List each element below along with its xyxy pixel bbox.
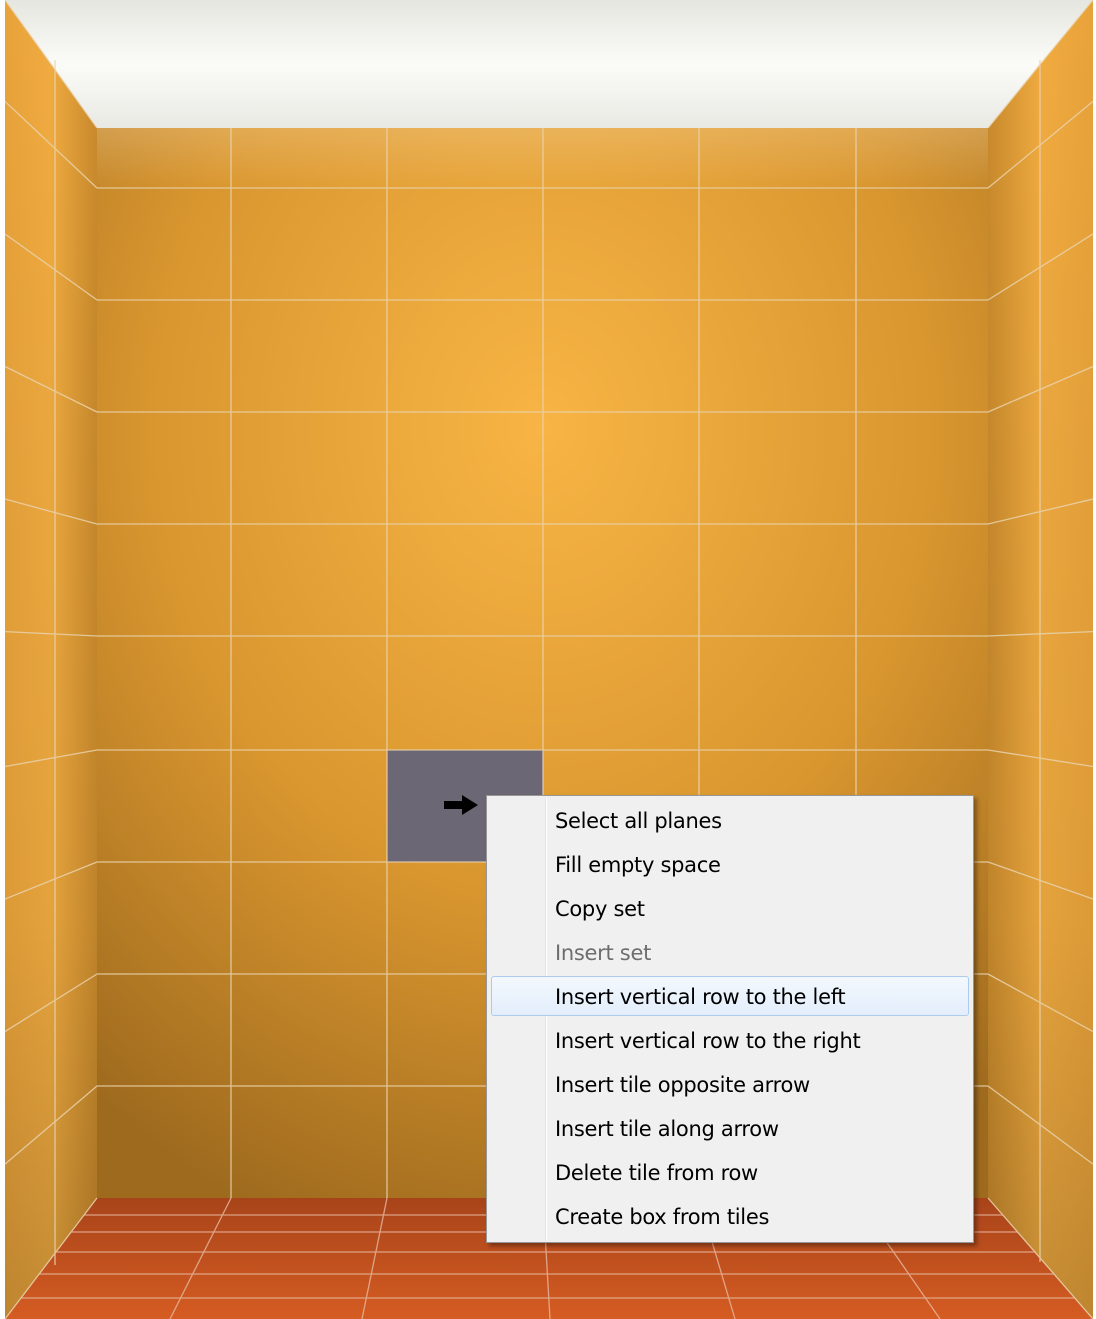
menu-item-insert-vertical-row-right[interactable]: Insert vertical row to the right — [491, 1020, 969, 1062]
context-menu: Select all planes Fill empty space Copy se… — [486, 795, 974, 1243]
menu-item-select-all-planes[interactable]: Select all planes — [491, 800, 969, 842]
tile-3d-viewport[interactable]: Select all planes Fill empty space Copy se… — [0, 0, 1096, 1319]
menu-item-fill-empty-space[interactable]: Fill empty space — [491, 844, 969, 886]
menu-item-insert-tile-along-arrow[interactable]: Insert tile along arrow — [491, 1108, 969, 1150]
menu-item-insert-tile-opposite-arrow[interactable]: Insert tile opposite arrow — [491, 1064, 969, 1106]
menu-item-delete-tile-from-row[interactable]: Delete tile from row — [491, 1152, 969, 1194]
menu-item-insert-vertical-row-left[interactable]: Insert vertical row to the left — [491, 976, 969, 1016]
menu-item-create-box-from-tiles[interactable]: Create box from tiles — [491, 1196, 969, 1238]
menu-item-copy-set[interactable]: Copy set — [491, 888, 969, 930]
menu-item-insert-set: Insert set — [555, 941, 652, 965]
ceiling — [5, 0, 1093, 128]
